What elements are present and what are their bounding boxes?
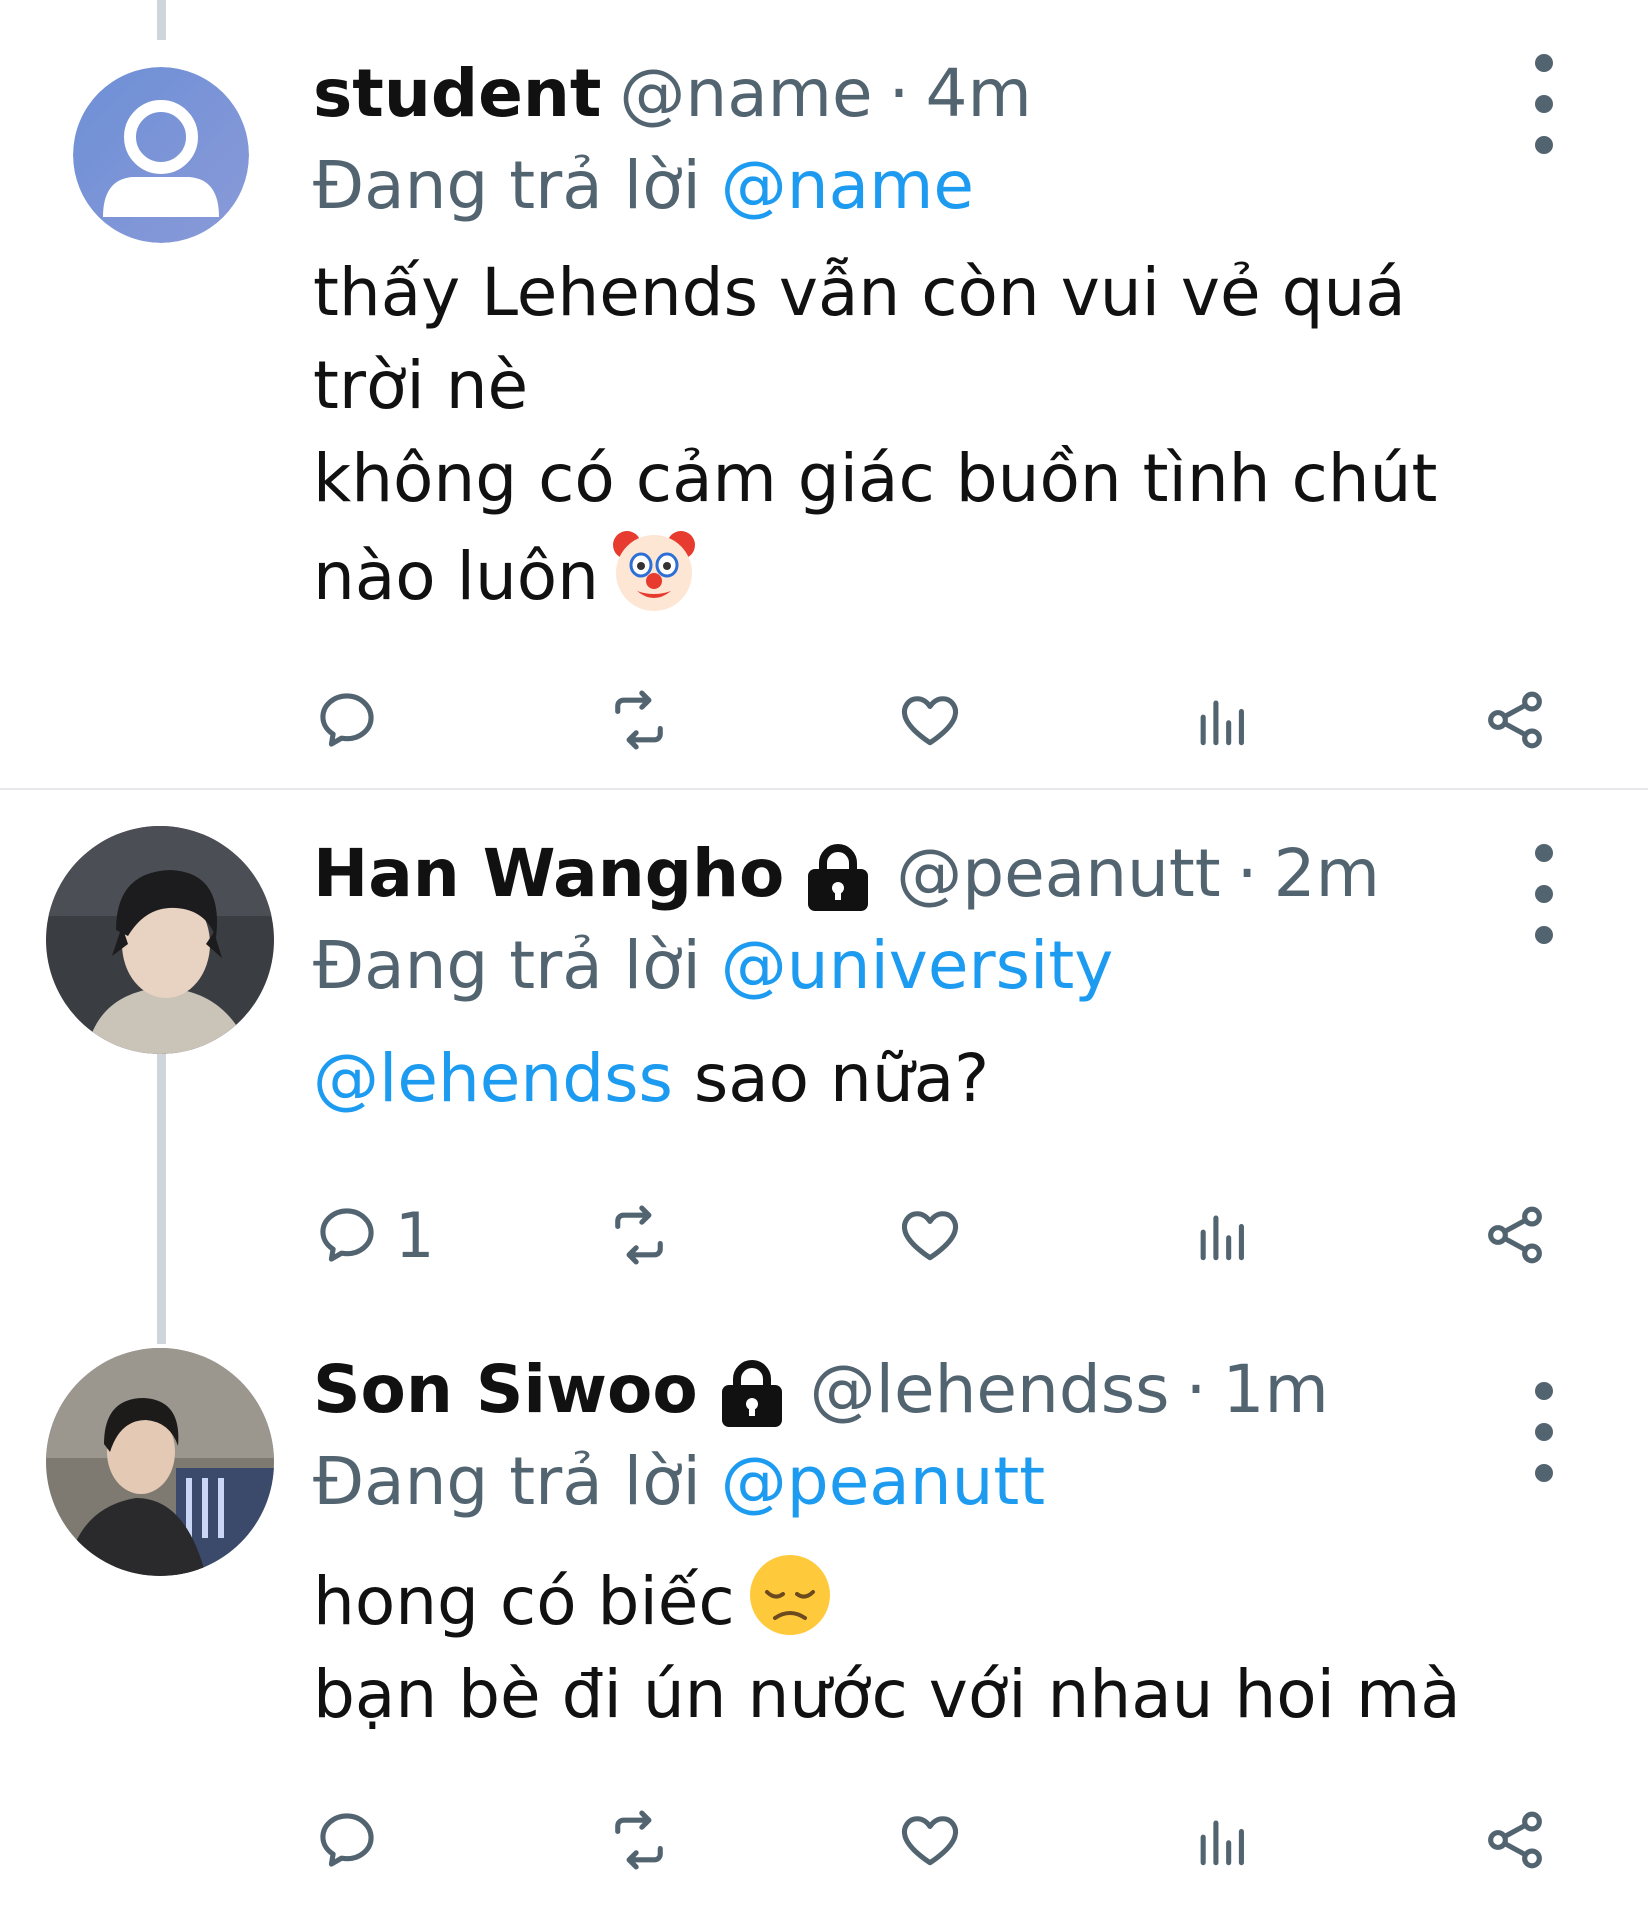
timestamp[interactable]: 2m bbox=[1274, 835, 1380, 912]
tweet-2[interactable]: Han Wangho @peanutt · 2m Đang trả lời @u… bbox=[0, 790, 1648, 1330]
views-button[interactable] bbox=[1189, 1195, 1257, 1275]
user-handle[interactable]: @peanutt bbox=[896, 835, 1220, 912]
display-name[interactable]: student bbox=[313, 55, 601, 132]
views-icon bbox=[1200, 700, 1244, 746]
heart-icon bbox=[901, 1816, 959, 1866]
tweet-body: hong có biếc bạn bè đi ún nước với nhau … bbox=[313, 1550, 1528, 1741]
reply-label: Đang trả lời bbox=[313, 926, 701, 1004]
more-options-button[interactable] bbox=[1524, 46, 1564, 162]
share-button[interactable] bbox=[1481, 1195, 1549, 1275]
body-mention[interactable]: @lehendss bbox=[313, 1040, 673, 1117]
share-icon bbox=[1488, 1811, 1542, 1869]
views-icon bbox=[1200, 1215, 1244, 1261]
tweet-body: thấy Lehends vẫn còn vui vẻ quá trời nè … bbox=[313, 246, 1528, 623]
body-line: hong có biếc bbox=[313, 1563, 735, 1640]
lock-icon bbox=[712, 1353, 792, 1433]
retweet-button[interactable] bbox=[605, 1195, 673, 1275]
reply-icon bbox=[320, 1208, 374, 1262]
body-line: trời nè bbox=[313, 347, 529, 424]
body-line: thấy Lehends vẫn còn vui vẻ quá bbox=[313, 254, 1406, 331]
user-handle[interactable]: @lehendss bbox=[810, 1351, 1170, 1428]
display-name[interactable]: Son Siwoo bbox=[313, 1351, 698, 1428]
more-dot bbox=[1535, 54, 1553, 72]
reply-label: Đang trả lời bbox=[313, 146, 701, 224]
heart-icon bbox=[901, 1211, 959, 1261]
tweet-header: Son Siwoo @lehendss · 1m bbox=[313, 1344, 1528, 1434]
avatar-son-siwoo[interactable] bbox=[46, 1348, 274, 1576]
retweet-icon bbox=[615, 690, 663, 750]
tweet-header: student @name · 4m bbox=[313, 48, 1528, 138]
profile-photo bbox=[46, 826, 274, 1054]
more-dot bbox=[1535, 1464, 1553, 1482]
reply-button[interactable] bbox=[313, 1800, 395, 1880]
reply-icon bbox=[320, 1813, 374, 1867]
timestamp[interactable]: 1m bbox=[1223, 1351, 1329, 1428]
share-button[interactable] bbox=[1481, 1800, 1549, 1880]
reply-context: Đang trả lời @university bbox=[313, 918, 1528, 1012]
heart-icon bbox=[901, 696, 959, 746]
more-dot bbox=[1535, 136, 1553, 154]
default-profile-icon bbox=[73, 67, 249, 243]
lock-icon bbox=[798, 837, 878, 917]
like-button[interactable] bbox=[896, 1195, 964, 1275]
body-line: không có cảm giác buồn tình chút bbox=[313, 440, 1438, 517]
more-dot bbox=[1535, 1423, 1553, 1441]
more-dot bbox=[1535, 95, 1553, 113]
more-dot bbox=[1535, 885, 1553, 903]
tweet-actions bbox=[313, 1800, 1553, 1880]
timestamp[interactable]: 4m bbox=[926, 55, 1032, 132]
reply-context: Đang trả lời @peanutt bbox=[313, 1434, 1528, 1528]
display-name[interactable]: Han Wangho bbox=[313, 835, 784, 912]
more-dot bbox=[1535, 1382, 1553, 1400]
body-line: nào luôn bbox=[313, 538, 600, 615]
more-options-button[interactable] bbox=[1524, 836, 1564, 952]
tweet-header: Han Wangho @peanutt · 2m bbox=[313, 828, 1528, 918]
separator-dot: · bbox=[1185, 1350, 1207, 1428]
tweet-1[interactable]: student @name · 4m Đang trả lời @name th… bbox=[0, 0, 1648, 790]
tweet-body: @lehendss sao nữa? bbox=[313, 1032, 1528, 1125]
more-dot bbox=[1535, 844, 1553, 862]
retweet-icon bbox=[615, 1205, 663, 1265]
retweet-button[interactable] bbox=[605, 1800, 673, 1880]
more-options-button[interactable] bbox=[1524, 1374, 1564, 1490]
body-line: bạn bè đi ún nước với nhau hoi mà bbox=[313, 1656, 1461, 1733]
separator-dot: · bbox=[1236, 834, 1258, 912]
like-button[interactable] bbox=[896, 680, 964, 760]
reply-context: Đang trả lời @name bbox=[313, 138, 1528, 232]
clown-face-icon bbox=[609, 525, 699, 615]
reply-icon bbox=[320, 693, 374, 747]
more-dot bbox=[1535, 926, 1553, 944]
views-icon bbox=[1200, 1820, 1244, 1866]
user-handle[interactable]: @name bbox=[619, 55, 872, 132]
body-line: sao nữa? bbox=[672, 1040, 990, 1117]
tweet-actions bbox=[313, 680, 1553, 760]
tweet-3[interactable]: Son Siwoo @lehendss · 1m Đang trả lời @p… bbox=[0, 1330, 1648, 1920]
share-icon bbox=[1488, 691, 1542, 749]
reply-to-mention[interactable]: @name bbox=[721, 147, 974, 224]
avatar-default[interactable] bbox=[73, 67, 249, 243]
reply-label: Đang trả lời bbox=[313, 1442, 701, 1520]
views-button[interactable] bbox=[1189, 680, 1257, 760]
retweet-icon bbox=[615, 1810, 663, 1870]
reply-to-mention[interactable]: @peanutt bbox=[721, 1443, 1045, 1520]
reply-button[interactable]: 1 bbox=[313, 1195, 434, 1275]
avatar-han-wangho[interactable] bbox=[46, 826, 274, 1054]
reply-count: 1 bbox=[395, 1198, 435, 1272]
share-icon bbox=[1488, 1206, 1542, 1264]
share-button[interactable] bbox=[1481, 680, 1549, 760]
tweet-actions: 1 bbox=[313, 1195, 1553, 1275]
reply-to-mention[interactable]: @university bbox=[721, 927, 1113, 1004]
views-button[interactable] bbox=[1189, 1800, 1257, 1880]
profile-photo bbox=[46, 1348, 274, 1576]
disappointed-face-icon bbox=[745, 1550, 835, 1640]
like-button[interactable] bbox=[896, 1800, 964, 1880]
retweet-button[interactable] bbox=[605, 680, 673, 760]
separator-dot: · bbox=[888, 54, 910, 132]
reply-button[interactable] bbox=[313, 680, 395, 760]
